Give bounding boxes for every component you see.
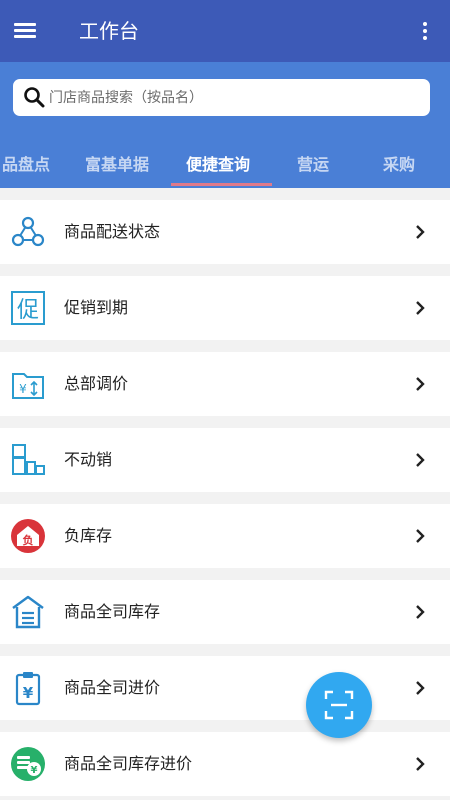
list-item-hq-price-adjust[interactable]: ¥ 总部调价 bbox=[0, 352, 450, 416]
list-item-slow-moving[interactable]: 不动销 bbox=[0, 428, 450, 492]
list-item-label: 负库存 bbox=[64, 526, 113, 545]
list-item-label: 商品全司库存 bbox=[64, 602, 161, 621]
chevron-right-icon bbox=[416, 377, 425, 391]
svg-text:¥: ¥ bbox=[31, 765, 38, 776]
search-area bbox=[0, 62, 450, 134]
tab-active-indicator bbox=[171, 183, 272, 186]
list-item-promotion-expiry[interactable]: 促 促销到期 bbox=[0, 276, 450, 340]
search-box[interactable] bbox=[13, 79, 430, 116]
tab-quick-query[interactable]: 便捷查询 bbox=[186, 151, 250, 175]
search-input[interactable] bbox=[49, 79, 419, 116]
chevron-right-icon bbox=[416, 757, 425, 771]
svg-text:¥: ¥ bbox=[23, 684, 34, 702]
app-bar: 工作台 bbox=[0, 0, 450, 62]
list-item-delivery-status[interactable]: 商品配送状态 bbox=[0, 200, 450, 264]
chevron-right-icon bbox=[416, 453, 425, 467]
tab-procurement[interactable]: 采购 bbox=[383, 151, 415, 175]
svg-text:¥: ¥ bbox=[19, 382, 27, 396]
scan-icon bbox=[324, 690, 354, 720]
list-item-negative-stock[interactable]: 负 负库存 bbox=[0, 504, 450, 568]
tab-stock-count[interactable]: 品盘点 bbox=[2, 151, 50, 175]
search-icon bbox=[24, 87, 45, 108]
scan-button[interactable] bbox=[306, 672, 372, 738]
list-item-company-purchase-price[interactable]: ¥ 商品全司进价 bbox=[0, 656, 450, 720]
chevron-right-icon bbox=[416, 681, 425, 695]
delivery-network-icon bbox=[11, 216, 45, 247]
hamburger-menu-icon[interactable] bbox=[12, 18, 38, 44]
chevron-right-icon bbox=[416, 225, 425, 239]
slow-moving-blocks-icon bbox=[12, 444, 45, 475]
warehouse-icon bbox=[12, 595, 44, 629]
tab-bar: 品盘点 富基单据 便捷查询 营运 采购 bbox=[0, 134, 450, 188]
list-item-label: 商品全司进价 bbox=[64, 678, 161, 697]
svg-text:促: 促 bbox=[17, 298, 39, 323]
list-item-company-stock-price[interactable]: ¥ 商品全司库存进价 bbox=[0, 732, 450, 796]
chevron-right-icon bbox=[416, 301, 425, 315]
list-item-label: 不动销 bbox=[64, 450, 113, 469]
more-vertical-icon[interactable] bbox=[412, 18, 438, 44]
tab-operations[interactable]: 营运 bbox=[297, 151, 329, 175]
purchase-price-clipboard-icon: ¥ bbox=[15, 672, 41, 706]
chevron-right-icon bbox=[416, 605, 425, 619]
list-item-company-stock[interactable]: 商品全司库存 bbox=[0, 580, 450, 644]
negative-stock-icon: 负 bbox=[11, 519, 45, 553]
price-adjust-folder-icon: ¥ bbox=[12, 373, 44, 399]
list-item-label: 总部调价 bbox=[64, 374, 129, 393]
tab-documents[interactable]: 富基单据 bbox=[85, 151, 149, 175]
list-item-label: 商品全司库存进价 bbox=[64, 754, 193, 773]
list-item-label: 促销到期 bbox=[64, 298, 129, 317]
chevron-right-icon bbox=[416, 529, 425, 543]
stock-price-coins-icon: ¥ bbox=[11, 747, 45, 781]
page-title: 工作台 bbox=[79, 19, 139, 43]
promotion-icon: 促 bbox=[11, 291, 45, 325]
svg-text:负: 负 bbox=[23, 533, 34, 547]
list-item-label: 商品配送状态 bbox=[64, 222, 161, 241]
